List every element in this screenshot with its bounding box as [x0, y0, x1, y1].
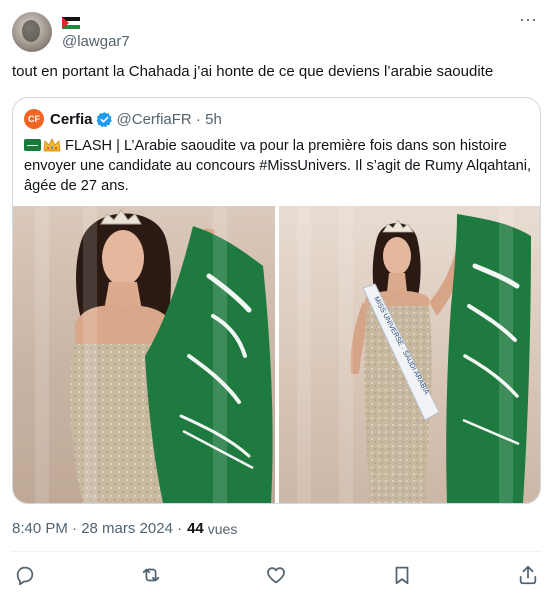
- woman-with-flag-illustration: [70, 209, 273, 503]
- post-text: tout en portant la Chahada j’ai honte de…: [12, 63, 494, 80]
- like-icon[interactable]: [265, 564, 287, 586]
- quoted-post-text: FLASH | L’Arabie saoudite va pour la pre…: [24, 136, 534, 196]
- reply-icon[interactable]: [14, 564, 36, 586]
- views-count: 44: [187, 520, 204, 537]
- crown-emoji-icon: [43, 138, 61, 152]
- quoted-post-header: CF Cerfia @CerfiaFR · 5h: [24, 109, 222, 129]
- quoted-media: MISS UNIVERSE · SAUDI ARABIA: [13, 206, 540, 503]
- quoted-post[interactable]: CF Cerfia @CerfiaFR · 5h FLASH | L’Arabi…: [12, 97, 541, 504]
- quoted-body-text: FLASH | L’Arabie saoudite va pour la pre…: [24, 138, 531, 194]
- verified-badge-icon: [96, 111, 112, 127]
- post-timestamp[interactable]: 8:40 PM · 28 mars 2024 ·: [12, 520, 182, 537]
- share-icon[interactable]: [517, 564, 539, 586]
- divider: [12, 551, 540, 552]
- repost-icon[interactable]: [140, 564, 162, 586]
- post-meta: 8:40 PM · 28 mars 2024 · 44 vues: [12, 520, 237, 537]
- media-photo-right[interactable]: MISS UNIVERSE · SAUDI ARABIA: [279, 206, 540, 503]
- author-handle[interactable]: @lawgar7: [62, 33, 130, 50]
- palestine-flag-icon: [62, 17, 80, 29]
- saudi-flag-emoji-icon: [24, 139, 41, 151]
- media-photo-left[interactable]: [13, 206, 275, 503]
- views-label: vues: [207, 520, 238, 537]
- bookmark-icon[interactable]: [391, 564, 413, 586]
- avatar[interactable]: [12, 12, 52, 52]
- more-options-icon[interactable]: ···: [516, 10, 540, 32]
- quoted-handle-time[interactable]: @CerfiaFR · 5h: [117, 111, 222, 128]
- quoted-display-name[interactable]: Cerfia: [50, 111, 93, 128]
- action-bar: [12, 561, 540, 589]
- display-name[interactable]: [62, 14, 80, 32]
- quoted-avatar[interactable]: CF: [24, 109, 44, 129]
- post-header: @lawgar7 ···: [12, 10, 540, 52]
